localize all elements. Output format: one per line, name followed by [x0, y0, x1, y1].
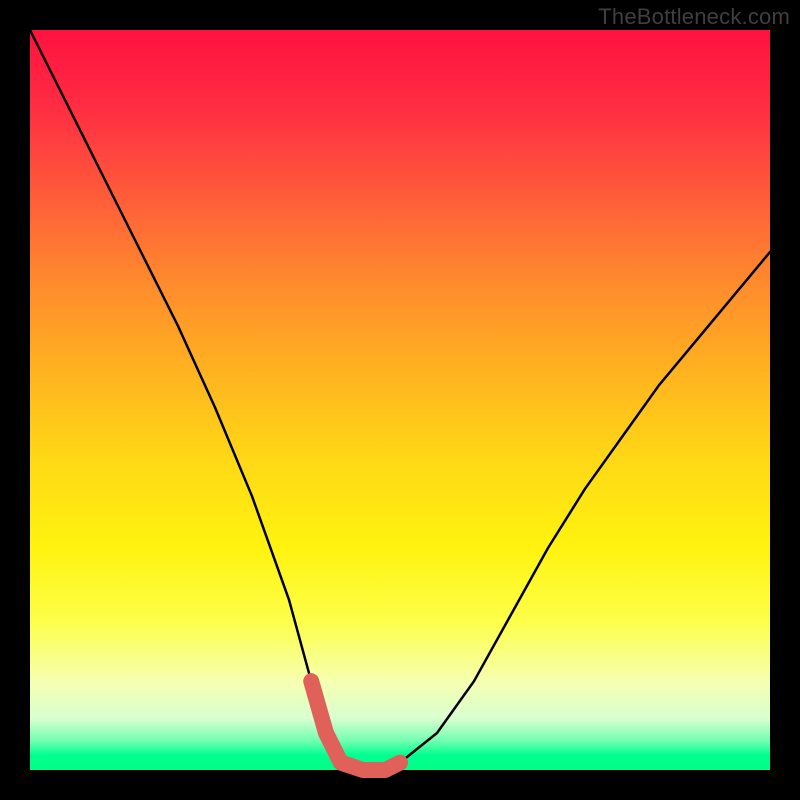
bottleneck-curve	[30, 30, 770, 770]
chart-frame: TheBottleneck.com	[0, 0, 800, 800]
watermark-label: TheBottleneck.com	[598, 4, 790, 30]
plot-area	[30, 30, 770, 770]
trough-highlight	[311, 681, 400, 770]
curve-layer	[30, 30, 770, 770]
